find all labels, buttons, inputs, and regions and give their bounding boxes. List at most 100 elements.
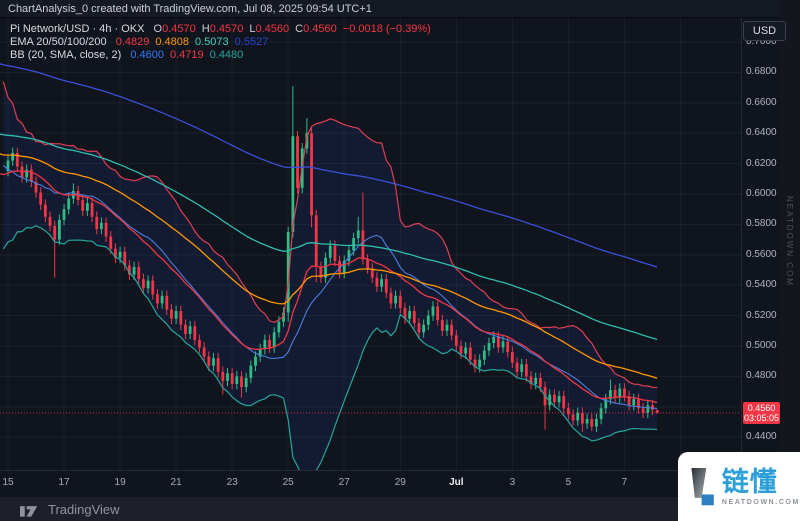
time-tick-label: 3 — [497, 477, 527, 488]
time-tick-label: 29 — [385, 477, 415, 488]
candle-body — [133, 267, 136, 275]
candle-body — [189, 326, 192, 334]
candle-body — [49, 217, 52, 226]
candle-body — [212, 358, 215, 366]
candle-body — [109, 237, 112, 249]
candle-body — [334, 246, 337, 261]
ema-values: 0.48290.48080.50730.5527 — [110, 36, 269, 48]
candle-body — [44, 205, 47, 217]
ema-value-0: 0.4829 — [116, 36, 150, 48]
price-tick-label: 0.5000 — [746, 340, 777, 351]
bb-value-2: 0.4480 — [210, 49, 244, 61]
candle-body — [427, 316, 430, 325]
candle-body — [207, 357, 210, 366]
price-tick-label: 0.6600 — [746, 97, 777, 108]
candle-body — [240, 376, 243, 387]
time-axis[interactable]: 1517192123252729Jul3579 — [0, 470, 741, 498]
price-tick-label: 0.4400 — [746, 431, 777, 442]
candle-body — [310, 133, 313, 215]
candle-body — [614, 390, 617, 398]
candle-body — [119, 252, 122, 258]
last-price-badge: 0.456003:05:05 — [743, 402, 780, 424]
candle-body — [147, 281, 150, 289]
candle-body — [53, 226, 56, 240]
legend-symbol-row[interactable]: Pi Network/USD · 4h · OKX O0.4570H0.4570… — [10, 23, 431, 35]
ohlc-pair: C0.4560 — [295, 23, 337, 35]
candle-body — [562, 396, 565, 408]
legend-bb-row[interactable]: BB (20, SMA, close, 2) 0.46000.47190.448… — [10, 49, 431, 61]
time-tick-label: 23 — [217, 477, 247, 488]
time-tick-label: 25 — [273, 477, 303, 488]
vertical-watermark: NEATDOWN.COM — [785, 196, 794, 287]
window-title-bar: ChartAnalysis_0 created with TradingView… — [0, 0, 800, 18]
candle-body — [161, 296, 164, 304]
candle-body — [58, 220, 61, 240]
tradingview-brand-link[interactable]: TradingView — [48, 502, 120, 517]
candle-body — [623, 389, 626, 397]
tradingview-logo-icon[interactable] — [20, 502, 41, 517]
candle-body — [399, 296, 402, 308]
candle-body — [595, 419, 598, 427]
time-tick-label: 19 — [105, 477, 135, 488]
candle-body — [198, 340, 201, 348]
neatdown-logo-icon — [686, 459, 716, 515]
ema-indicator-label: EMA 20/50/100/200 — [10, 36, 107, 48]
candle-body — [642, 408, 645, 413]
ohlc-pair: H0.4570 — [202, 23, 244, 35]
bb-value-1: 0.4719 — [170, 49, 204, 61]
candle-body — [380, 279, 383, 287]
time-tick-label: Jul — [441, 477, 471, 488]
candle-body — [81, 200, 84, 211]
candle-body — [184, 325, 187, 334]
candle-body — [446, 325, 449, 331]
ohlc-values: O0.4570H0.4570L0.4560C0.4560−0.0018 (−0.… — [148, 23, 431, 35]
price-tick-label: 0.5200 — [746, 310, 777, 321]
candle-body — [385, 279, 388, 293]
candle-body — [203, 348, 206, 357]
bb-indicator-label: BB (20, SMA, close, 2) — [10, 49, 121, 61]
candle-body — [221, 372, 224, 381]
candle-body — [590, 419, 593, 427]
candle-body — [217, 358, 220, 372]
candle-body — [506, 341, 509, 352]
time-tick-label: 27 — [329, 477, 359, 488]
price-chart-canvas[interactable] — [0, 18, 741, 470]
time-tick-label: 15 — [0, 477, 23, 488]
candle-body — [572, 414, 575, 420]
time-tick-label: 5 — [553, 477, 583, 488]
candle-body — [170, 310, 173, 319]
legend-ema-row[interactable]: EMA 20/50/100/200 0.48290.48080.50730.55… — [10, 36, 431, 48]
candle-body — [478, 360, 481, 368]
price-tick-label: 0.5600 — [746, 249, 777, 260]
candle-body — [586, 419, 589, 424]
neatdown-brand-text: 链懂 NEATDOWN.COM — [722, 468, 800, 506]
candle-body — [464, 348, 467, 354]
ohlc-pair: L0.4560 — [249, 23, 289, 35]
neatdown-cn-name: 链懂 — [722, 468, 800, 496]
price-axis[interactable]: 0.70000.68000.66000.64000.62000.60000.58… — [741, 18, 779, 470]
candle-body — [254, 357, 257, 366]
candle-body — [63, 209, 66, 220]
candle-body — [277, 322, 280, 333]
candle-body — [86, 203, 89, 211]
candle-body — [179, 311, 182, 325]
price-tick-label: 0.6800 — [746, 66, 777, 77]
ema-value-2: 0.5073 — [195, 36, 229, 48]
candle-body — [151, 281, 154, 295]
candle-body — [413, 311, 416, 323]
candle-body — [408, 311, 411, 319]
candle-body — [539, 378, 542, 387]
candle-body — [581, 413, 584, 424]
candle-body — [455, 335, 458, 346]
candle-body — [95, 217, 98, 229]
candle-body — [175, 311, 178, 319]
candle-body — [165, 296, 168, 310]
candle-body — [422, 325, 425, 333]
time-tick-label: 7 — [609, 477, 639, 488]
currency-toggle-button[interactable]: USD — [743, 21, 786, 41]
candle-body — [558, 396, 561, 402]
candle-body — [432, 306, 435, 315]
candle-body — [91, 203, 94, 217]
candle-body — [137, 267, 140, 279]
neatdown-site-url: NEATDOWN.COM — [722, 499, 800, 506]
